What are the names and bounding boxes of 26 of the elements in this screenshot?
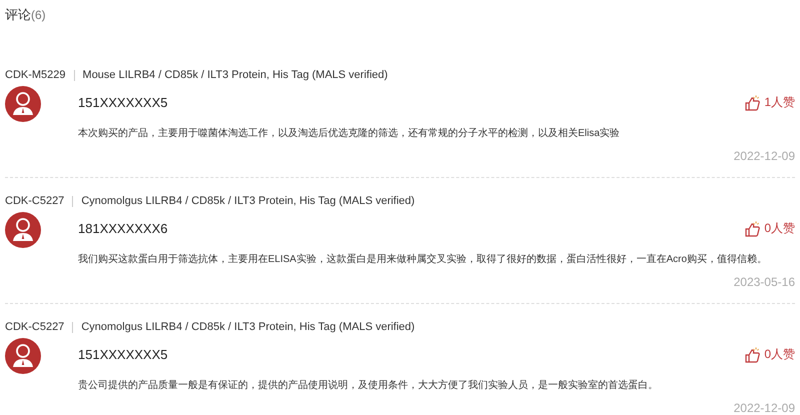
- comment-date: 2022-12-09: [732, 401, 795, 415]
- product-code: CDK-M5229: [5, 69, 66, 81]
- product-name: Cynomolgus LILRB4 / CD85k / ILT3 Protein, His Tag (MALS verified): [81, 321, 415, 333]
- product-code: CDK-C5227: [5, 195, 64, 207]
- thumbs-up-icon: [745, 94, 760, 110]
- like-count: 0人赞: [764, 220, 795, 237]
- comment-text: 本次购买的产品，主要用于噬菌体淘选工作，以及淘选后优选克隆的筛选，还有常规的分子水平的检测，以及相关Elisa实验: [78, 126, 621, 140]
- avatar-icon: [5, 86, 41, 122]
- user-name: 151XXXXXXX5: [78, 95, 168, 110]
- user-name: 151XXXXXXX5: [78, 347, 168, 362]
- comment-text: 贵公司提供的产品质量一般是有保证的，提供的产品使用说明，及使用条件，大大方便了我们实验人员，是一般实验室的首选蛋白。: [78, 378, 659, 392]
- product-code: CDK-C5227: [5, 321, 64, 333]
- thumbs-up-icon: [745, 346, 760, 362]
- like-count: 1人赞: [764, 94, 795, 111]
- product-name: Mouse LILRB4 / CD85k / ILT3 Protein, His Tag (MALS verified): [82, 69, 388, 81]
- avatar-icon: [5, 212, 41, 248]
- comment-text: 我们购买这款蛋白用于筛选抗体，主要用在ELISA实验，这款蛋白是用来做种属交叉实验，取得了很好的数据，蛋白活性很好，一直在Acro购买，值得信赖。: [78, 252, 768, 266]
- comment-date: 2023-05-16: [732, 275, 795, 289]
- section-title: 评论: [5, 6, 31, 24]
- like-count: 0人赞: [764, 346, 795, 363]
- thumbs-up-icon: [745, 220, 760, 236]
- avatar-icon: [5, 338, 41, 374]
- comment-count: (6): [31, 8, 46, 22]
- comment-date: 2022-12-09: [732, 149, 795, 163]
- product-name: Cynomolgus LILRB4 / CD85k / ILT3 Protein, His Tag (MALS verified): [81, 195, 415, 207]
- user-name: 181XXXXXXX6: [78, 221, 168, 236]
